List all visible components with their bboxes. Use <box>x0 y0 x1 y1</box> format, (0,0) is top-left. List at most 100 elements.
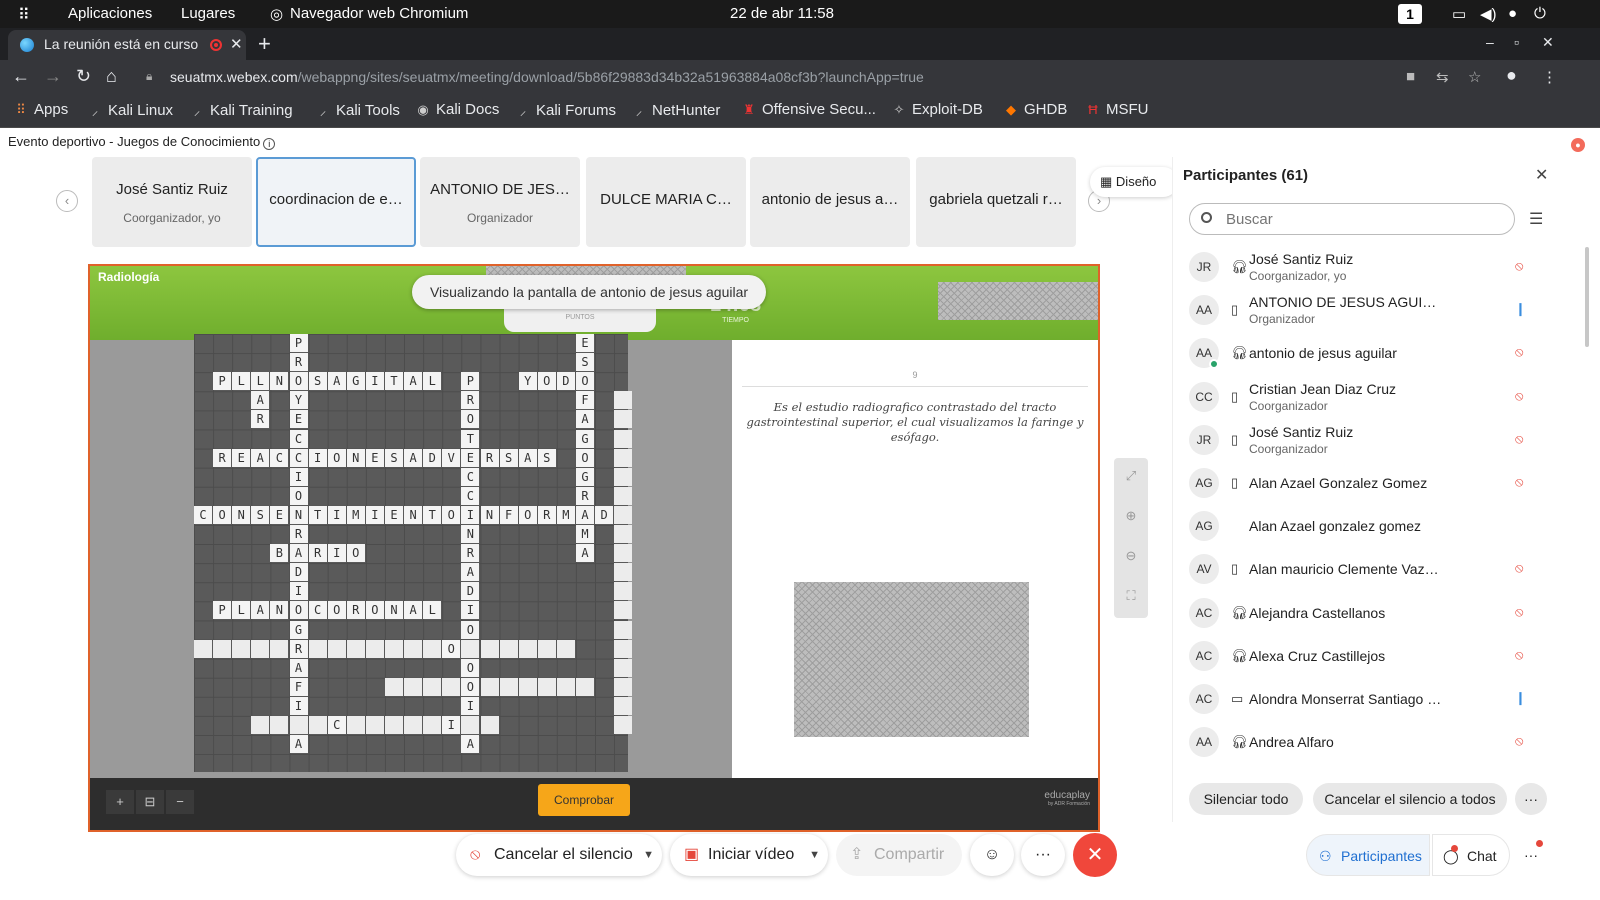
mic-muted-icon[interactable]: ⦸ <box>1515 431 1523 447</box>
crossword-cell[interactable]: P <box>289 334 308 352</box>
crossword-cell[interactable] <box>423 677 442 696</box>
bookmark-apps[interactable]: ⠿ Apps <box>14 101 68 118</box>
crossword-cell[interactable]: S <box>251 505 270 524</box>
crossword-cell[interactable] <box>499 639 518 658</box>
workspace-indicator[interactable]: 1 <box>1398 4 1422 24</box>
crossword-cell[interactable] <box>614 544 633 563</box>
crossword-cell[interactable]: O <box>327 601 346 620</box>
crossword-cell[interactable] <box>251 716 270 734</box>
bookmark-offensive-security[interactable]: ♜ Offensive Secu... <box>742 101 876 118</box>
crossword-cell[interactable]: I <box>308 448 327 467</box>
home-icon[interactable]: ⌂ <box>106 66 117 87</box>
zoom-in-button[interactable]: + <box>106 790 134 814</box>
crossword-cell[interactable] <box>404 716 423 734</box>
crossword-cell[interactable]: N <box>404 505 423 524</box>
crossword-cell[interactable]: E <box>270 505 289 524</box>
crossword-cell[interactable]: C <box>461 467 480 486</box>
crossword-cell[interactable] <box>614 639 633 658</box>
crossword-cell[interactable] <box>442 677 461 696</box>
crossword-cell[interactable]: A <box>404 448 423 467</box>
video-tile[interactable]: DULCE MARIA C… <box>586 157 746 247</box>
chevron-down-icon[interactable]: ▼ <box>643 834 654 876</box>
video-tile[interactable]: ANTONIO DE JES… Organizador <box>420 157 580 247</box>
places-menu[interactable]: Lugares <box>181 5 235 22</box>
crossword-cell[interactable]: N <box>346 448 365 467</box>
crossword-cell[interactable]: D <box>289 563 308 582</box>
bookmark-exploit-db[interactable]: ✧ Exploit-DB <box>892 101 983 118</box>
crossword-cell[interactable]: I <box>461 505 480 524</box>
active-app-label[interactable]: Navegador web Chromium <box>290 5 468 22</box>
mic-muted-icon[interactable]: ⦸ <box>1515 258 1523 274</box>
crossword-cell[interactable] <box>289 716 308 734</box>
crossword-cell[interactable] <box>461 639 480 658</box>
crossword-cell[interactable]: O <box>576 372 594 391</box>
shared-screen[interactable]: Radiología 100 PUNTOS 14:08 TIEMPO PROYE… <box>88 264 1100 832</box>
crossword-cell[interactable]: D <box>595 505 614 524</box>
participant-row[interactable]: AC 🎧︎ Alejandra Castellanos ⦸ <box>1187 591 1567 635</box>
crossword-cell[interactable]: D <box>461 582 480 601</box>
crossword-cell[interactable] <box>576 677 594 696</box>
crossword-cell[interactable]: A <box>327 372 346 391</box>
crossword-cell[interactable] <box>327 639 346 658</box>
crossword-cell[interactable]: N <box>289 505 308 524</box>
crossword-cell[interactable]: B <box>270 544 289 563</box>
crossword-cell[interactable] <box>614 677 633 696</box>
mic-muted-icon[interactable]: ⦸ <box>1515 344 1523 360</box>
participant-row[interactable]: AV ▯ Alan mauricio Clemente Vaz… ⦸ <box>1187 547 1567 591</box>
translate-icon[interactable]: ⇆ <box>1436 68 1449 86</box>
crossword-cell[interactable]: I <box>461 696 480 715</box>
crossword-cell[interactable]: R <box>461 544 480 563</box>
crossword-cell[interactable] <box>308 639 327 658</box>
crossword-cell[interactable] <box>614 620 633 639</box>
crossword-cell[interactable]: M <box>346 505 365 524</box>
crossword-cell[interactable] <box>480 716 499 734</box>
crossword-cell[interactable]: E <box>232 448 251 467</box>
crossword-cell[interactable]: A <box>461 735 480 754</box>
crossword-cell[interactable]: R <box>289 639 308 658</box>
crossword-grid[interactable]: PROYECCIONRADIOGRAFICAESOFAGOGRAMAPLANOS… <box>194 334 633 772</box>
crossword-cell[interactable]: A <box>518 448 537 467</box>
crossword-cell[interactable]: O <box>461 658 480 677</box>
crossword-cell[interactable] <box>614 391 633 410</box>
crossword-cell[interactable] <box>308 716 327 734</box>
panel-more-button[interactable]: ··· <box>1516 834 1546 876</box>
crossword-cell[interactable]: R <box>308 544 327 563</box>
crossword-cell[interactable]: O <box>537 372 556 391</box>
crossword-cell[interactable]: O <box>289 601 308 620</box>
participant-row[interactable]: CC ▯ Cristian Jean Diaz Cruz Coorganizador ⦸ <box>1187 375 1567 419</box>
more-options-button[interactable]: ··· <box>1021 834 1065 876</box>
unmute-all-button[interactable]: Cancelar el silencio a todos <box>1313 783 1507 815</box>
mic-muted-icon[interactable]: ⦸ <box>1515 604 1523 620</box>
mute-all-button[interactable]: Silenciar todo <box>1189 783 1303 815</box>
zoom-out-button[interactable]: − <box>166 790 194 814</box>
crossword-cell[interactable] <box>251 639 270 658</box>
crossword-cell[interactable]: R <box>346 601 365 620</box>
participant-row[interactable]: JR ▯ José Santiz Ruiz Coorganizador ⦸ <box>1187 418 1567 462</box>
crossword-cell[interactable] <box>404 677 423 696</box>
microphone-icon[interactable]: ● <box>1508 5 1517 22</box>
crossword-cell[interactable]: G <box>346 372 365 391</box>
close-tab-icon[interactable]: ✕ <box>230 35 243 53</box>
crossword-cell[interactable]: P <box>461 372 480 391</box>
participants-more-button[interactable]: ··· <box>1515 783 1547 815</box>
crossword-cell[interactable]: O <box>365 601 384 620</box>
crossword-cell[interactable]: O <box>518 505 537 524</box>
mic-muted-icon[interactable]: ⦸ <box>1515 647 1523 663</box>
bookmark-ghdb[interactable]: ◆ GHDB <box>1004 101 1067 118</box>
crossword-cell[interactable] <box>537 639 556 658</box>
crossword-cell[interactable] <box>346 639 365 658</box>
crossword-cell[interactable] <box>614 486 633 505</box>
participant-row[interactable]: AG ▯ Alan Azael Gonzalez Gomez ⦸ <box>1187 461 1567 505</box>
participant-row[interactable]: AA 🎧︎ Andrea Alfaro ⦸ <box>1187 720 1567 764</box>
video-tile-active-speaker[interactable]: coordinacion de e… <box>256 157 416 247</box>
crossword-cell[interactable] <box>614 716 633 734</box>
participant-row[interactable]: AC 🎧︎ Alexa Cruz Castillejos ⦸ <box>1187 634 1567 678</box>
crossword-cell[interactable]: N <box>270 372 289 391</box>
bookmark-star-icon[interactable]: ☆ <box>1468 68 1481 86</box>
crossword-cell[interactable] <box>385 677 403 696</box>
crossword-cell[interactable]: I <box>289 696 308 715</box>
participant-row[interactable]: JR 🎧︎ José Santiz Ruiz Coorganizador, yo ⦸ <box>1187 245 1567 289</box>
crossword-cell[interactable]: F <box>499 505 518 524</box>
close-panel-icon[interactable]: ✕ <box>1535 165 1548 185</box>
crossword-cell[interactable]: O <box>461 620 480 639</box>
